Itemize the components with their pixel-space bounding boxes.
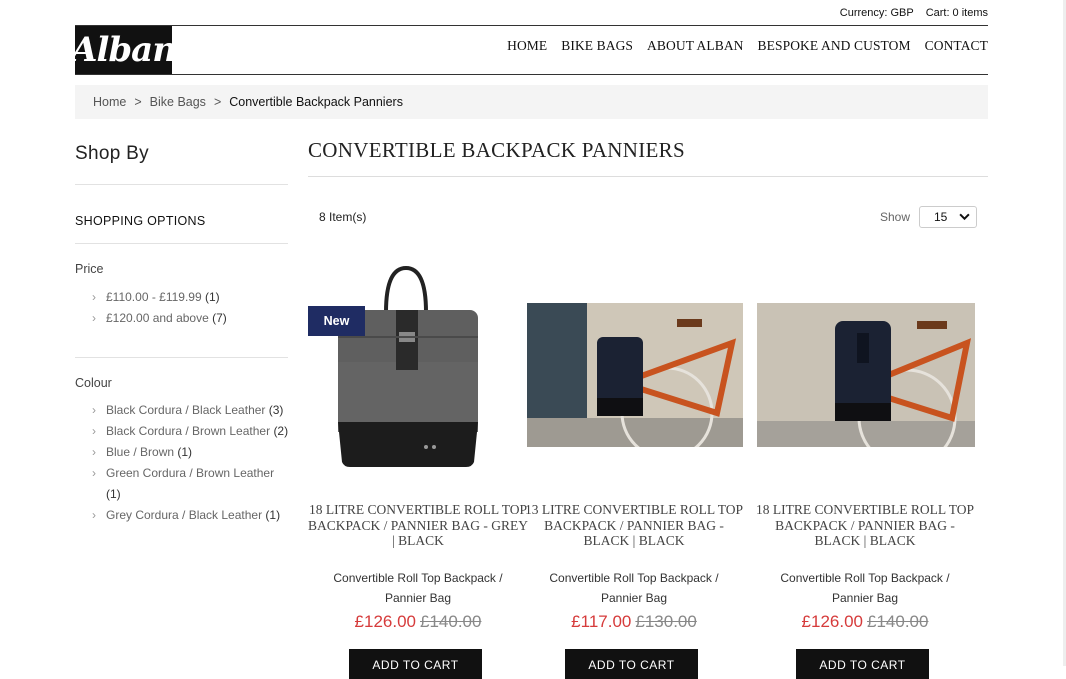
product-price: £126.00 £140.00 — [308, 612, 528, 632]
currency-value: GBP — [890, 7, 914, 19]
show-label: Show — [880, 210, 911, 224]
site-logo[interactable]: Alban — [71, 26, 177, 74]
colour-filter-option[interactable]: Blue / Brown (1) — [92, 442, 292, 463]
filter-option-count: (7) — [212, 311, 227, 325]
cart-summary[interactable]: Cart: 0 items — [926, 7, 988, 19]
breadcrumb: Home > Bike Bags > Convertible Backpack … — [75, 85, 988, 119]
price-filter-title: Price — [75, 262, 104, 276]
product-price: £117.00 £130.00 — [524, 612, 744, 632]
filter-option-label: Black Cordura / Black Leather — [106, 403, 266, 417]
product-price: £126.00 £140.00 — [755, 612, 975, 632]
new-badge: New — [308, 306, 365, 336]
header-divider-bottom — [75, 74, 988, 75]
add-to-cart-button[interactable]: ADD TO CART — [349, 649, 482, 679]
breadcrumb-current: Convertible Backpack Panniers — [229, 95, 403, 109]
breadcrumb-separator: > — [213, 95, 222, 109]
product-name[interactable]: 18 LITRE CONVERTIBLE ROLL TOP BACKPACK /… — [755, 502, 975, 549]
breadcrumb-home[interactable]: Home — [93, 95, 126, 109]
original-price: £130.00 — [635, 612, 697, 631]
page-size-select[interactable]: 15 — [919, 206, 977, 228]
cart-label: Cart: — [925, 7, 950, 19]
backpack-on-bike-image — [757, 303, 975, 447]
nav-home[interactable]: HOME — [507, 38, 547, 54]
header-divider-top — [75, 25, 988, 26]
sale-price: £126.00 — [801, 612, 863, 631]
utility-bar: Currency: GBP Cart: 0 items — [840, 7, 988, 19]
product-name[interactable]: 13 LITRE CONVERTIBLE ROLL TOP BACKPACK /… — [524, 502, 744, 549]
product-subtitle: Convertible Roll Top Backpack / Pannier … — [333, 571, 503, 605]
price-filter-option[interactable]: £110.00 - £119.99 (1) — [92, 287, 292, 308]
sale-price: £126.00 — [354, 612, 416, 631]
filter-option-count: (1) — [177, 445, 193, 459]
filter-option-count: (2) — [273, 424, 289, 438]
filter-option-label: £110.00 - £119.99 — [106, 290, 202, 304]
colour-filter-option[interactable]: Green Cordura / Brown Leather (1) — [92, 463, 292, 505]
price-filter-list: £110.00 - £119.99 (1) £120.00 and above … — [92, 287, 292, 329]
filter-option-count: (1) — [204, 290, 220, 304]
chevron-down-icon — [959, 213, 970, 221]
items-count: 8 Item(s) — [319, 210, 367, 224]
filter-option-count: (1) — [265, 508, 281, 522]
title-divider — [308, 176, 988, 177]
product-image[interactable] — [527, 303, 743, 447]
sidebar-divider — [75, 243, 288, 244]
sale-price: £117.00 — [571, 612, 632, 631]
product-image[interactable]: New — [308, 262, 528, 472]
nav-bespoke-and-custom[interactable]: BESPOKE AND CUSTOM — [758, 38, 911, 54]
add-to-cart-button[interactable]: ADD TO CART — [565, 649, 698, 679]
nav-contact[interactable]: CONTACT — [925, 38, 988, 54]
nav-bike-bags[interactable]: BIKE BAGS — [561, 38, 633, 54]
colour-filter-option[interactable]: Grey Cordura / Black Leather (1) — [92, 505, 292, 526]
logo-text: Alban — [71, 30, 177, 70]
filter-option-count: (1) — [106, 487, 121, 501]
colour-filter-title: Colour — [75, 376, 112, 390]
backpack-grey-image — [338, 265, 478, 467]
colour-filter-option[interactable]: Black Cordura / Black Leather (3) — [92, 400, 292, 421]
product-image[interactable] — [757, 303, 975, 447]
main-nav: HOME BIKE BAGS ABOUT ALBAN BESPOKE AND C… — [507, 38, 988, 54]
add-to-cart-button[interactable]: ADD TO CART — [796, 649, 929, 679]
sidebar-divider — [75, 357, 288, 358]
price-filter-option[interactable]: £120.00 and above (7) — [92, 308, 292, 329]
filter-option-label: Black Cordura / Brown Leather — [106, 424, 271, 438]
sidebar-divider — [75, 184, 288, 185]
currency-switcher[interactable]: Currency: GBP — [840, 7, 914, 19]
original-price: £140.00 — [867, 612, 929, 631]
breadcrumb-bike-bags[interactable]: Bike Bags — [150, 95, 206, 109]
shopping-options-heading: SHOPPING OPTIONS — [75, 214, 206, 228]
filter-option-label: Blue / Brown — [106, 445, 175, 459]
page-title: CONVERTIBLE BACKPACK PANNIERS — [308, 138, 685, 162]
filter-option-count: (3) — [268, 403, 284, 417]
page-size-value: 15 — [934, 210, 948, 224]
product-name[interactable]: 18 LITRE CONVERTIBLE ROLL TOP BACKPACK /… — [308, 502, 528, 549]
backpack-on-bike-image — [527, 303, 743, 447]
colour-filter-option[interactable]: Black Cordura / Brown Leather (2) — [92, 421, 292, 442]
shop-by-heading: Shop By — [75, 143, 149, 164]
filter-option-label: Grey Cordura / Black Leather — [106, 508, 263, 522]
breadcrumb-separator: > — [134, 95, 142, 109]
filter-option-label: Green Cordura / Brown Leather — [106, 466, 275, 480]
product-subtitle: Convertible Roll Top Backpack / Pannier … — [780, 571, 950, 605]
original-price: £140.00 — [420, 612, 482, 631]
filter-option-label: £120.00 and above — [106, 311, 209, 325]
product-subtitle: Convertible Roll Top Backpack / Pannier … — [549, 571, 719, 605]
currency-label: Currency: — [839, 7, 888, 19]
cart-count: 0 items — [952, 7, 988, 19]
nav-about-alban[interactable]: ABOUT ALBAN — [647, 38, 743, 54]
colour-filter-list: Black Cordura / Black Leather (3) Black … — [92, 400, 292, 526]
